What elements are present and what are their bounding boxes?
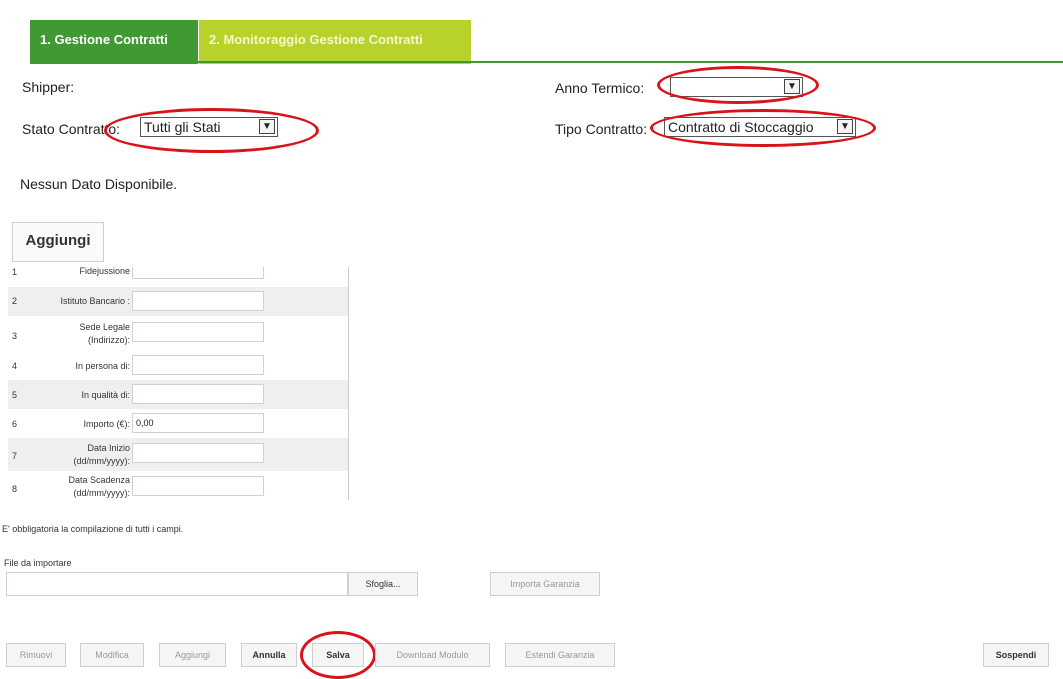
in-persona-di-input[interactable] <box>132 355 264 375</box>
sfoglia-button[interactable]: Sfoglia... <box>348 572 418 596</box>
data-scadenza-input[interactable] <box>132 476 264 496</box>
salva-button[interactable]: Salva <box>312 643 364 667</box>
row-number: 6 <box>12 419 18 429</box>
row-label: In qualità di: <box>81 390 130 400</box>
chevron-down-icon: ▼ <box>784 79 800 94</box>
istituto-bancario-input[interactable] <box>132 291 264 311</box>
form-row: 4 In persona di: <box>8 351 348 380</box>
form-row: 3 Sede Legale (Indirizzo): <box>8 316 348 351</box>
importo-input[interactable]: 0,00 <box>132 413 264 433</box>
in-qualita-di-input[interactable] <box>132 384 264 404</box>
required-note: E' obbligatoria la compilazione di tutti… <box>2 524 184 534</box>
form-row: 8 Data Scadenza (dd/mm/yyyy): <box>8 471 348 500</box>
form-row: 2 Istituto Bancario : <box>8 287 348 316</box>
no-data-message: Nessun Dato Disponibile. <box>20 176 178 192</box>
form-row: 1 Fidejussione <box>8 267 348 283</box>
shipper-label: Shipper: <box>22 79 75 95</box>
form-row: 6 Importo (€): 0,00 <box>8 409 348 438</box>
stato-contratto-label: Stato Contratto: <box>22 121 121 137</box>
file-label: File da importare <box>4 558 72 568</box>
anno-termico-label: Anno Termico: <box>555 80 645 96</box>
row-label: Importo (€): <box>83 419 130 429</box>
row-number: 4 <box>12 361 18 371</box>
download-modulo-button[interactable]: Download Modulo <box>375 643 490 667</box>
tipo-contratto-value: Contratto di Stoccaggio <box>668 119 814 135</box>
chevron-down-icon: ▼ <box>259 119 275 134</box>
fidejussione-input[interactable] <box>132 267 264 279</box>
sospendi-button[interactable]: Sospendi <box>983 643 1049 667</box>
row-number: 5 <box>12 390 18 400</box>
row-label: Data Inizio (dd/mm/yyyy): <box>73 443 130 466</box>
annulla-button[interactable]: Annulla <box>241 643 297 667</box>
row-label: Istituto Bancario : <box>60 296 130 306</box>
file-path-input[interactable] <box>6 572 348 596</box>
row-number: 7 <box>12 451 18 461</box>
guarantee-form: 1 Fidejussione 2 Istituto Bancario : 3 S… <box>8 267 349 500</box>
row-label: Sede Legale (Indirizzo): <box>79 322 130 345</box>
row-label: In persona di: <box>75 361 130 371</box>
sede-legale-input[interactable] <box>132 322 264 342</box>
modifica-button[interactable]: Modifica <box>80 643 144 667</box>
form-row: 5 In qualità di: <box>8 380 348 409</box>
row-number: 2 <box>12 296 18 306</box>
row-label: Fidejussione <box>79 267 130 276</box>
importa-garanzia-button[interactable]: Importa Garanzia <box>490 572 600 596</box>
row-number: 3 <box>12 331 18 341</box>
rimuovi-button[interactable]: Rimuovi <box>6 643 66 667</box>
anno-termico-select[interactable]: ▼ <box>670 77 803 97</box>
row-label: Data Scadenza (dd/mm/yyyy): <box>68 475 130 498</box>
stato-contratto-select[interactable]: Tutti gli Stati ▼ <box>140 117 278 137</box>
tab-gestione-contratti[interactable]: 1. Gestione Contratti <box>30 20 198 64</box>
chevron-down-icon: ▼ <box>837 119 853 134</box>
stato-contratto-value: Tutti gli Stati <box>144 119 221 135</box>
tipo-contratto-label: Tipo Contratto: <box>555 121 648 137</box>
form-row: 7 Data Inizio (dd/mm/yyyy): <box>8 438 348 471</box>
estendi-garanzia-button[interactable]: Estendi Garanzia <box>505 643 615 667</box>
tab-monitoraggio-gestione-contratti[interactable]: 2. Monitoraggio Gestione Contratti <box>199 20 471 64</box>
data-inizio-input[interactable] <box>132 443 264 463</box>
row-number: 1 <box>12 267 18 277</box>
tipo-contratto-select[interactable]: Contratto di Stoccaggio ▼ <box>664 117 856 137</box>
row-number: 8 <box>12 484 18 494</box>
aggiungi-action-button[interactable]: Aggiungi <box>159 643 226 667</box>
tab-underline <box>30 61 1063 63</box>
aggiungi-button[interactable]: Aggiungi <box>12 222 104 262</box>
